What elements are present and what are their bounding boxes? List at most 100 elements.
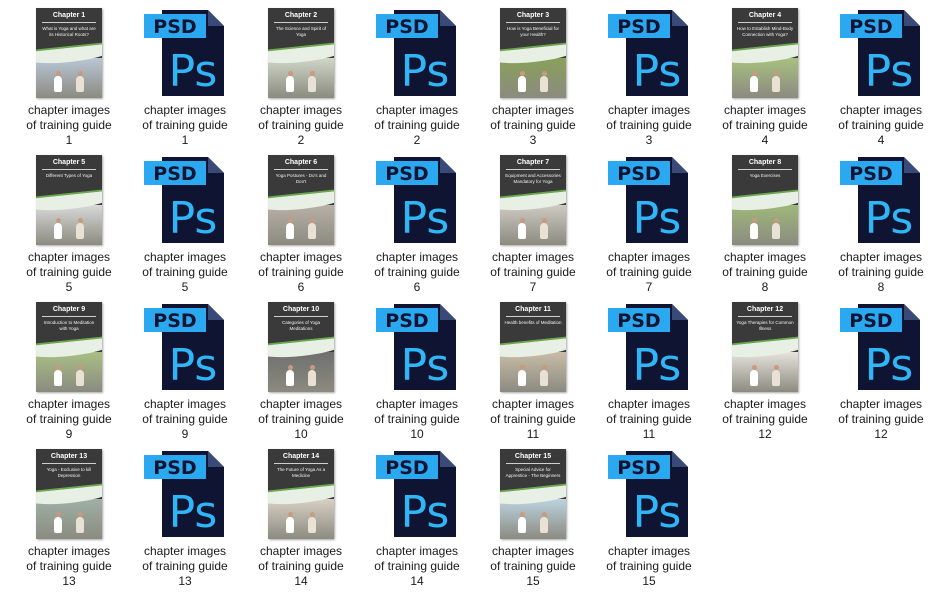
file-item-psd-1[interactable]: PSD Ps chapter images of training guide 1 bbox=[130, 8, 240, 148]
cover-figure-head bbox=[751, 71, 757, 76]
file-item-image-15[interactable]: Chapter 15 Special Advice for Apprentice … bbox=[478, 449, 588, 589]
psd-file-icon: PSD Ps bbox=[376, 157, 456, 244]
psd-badge-text: PSD bbox=[849, 163, 892, 185]
file-name-label: chapter images of training guide 12 bbox=[710, 397, 820, 442]
file-thumbnail: Chapter 14 The Future of Yoga As a Medici… bbox=[246, 449, 356, 541]
cover-photo bbox=[500, 499, 566, 539]
ps-logo-text: Ps bbox=[169, 487, 218, 538]
file-item-psd-11[interactable]: PSD Ps chapter images of training guide 11 bbox=[594, 302, 704, 442]
chapter-cover-thumbnail: Chapter 13 Yoga - Exclusive to kill Depre… bbox=[36, 449, 102, 539]
file-item-psd-2[interactable]: PSD Ps chapter images of training guide 2 bbox=[362, 8, 472, 148]
cover-figure bbox=[772, 370, 780, 386]
file-name-line-2: of training guide bbox=[374, 412, 460, 426]
file-item-psd-6[interactable]: PSD Ps chapter images of training guide 6 bbox=[362, 155, 472, 295]
chapter-cover-thumbnail: Chapter 2 The Science and Spirit of Yoga bbox=[268, 8, 334, 98]
file-item-psd-8[interactable]: PSD Ps chapter images of training guide 8 bbox=[826, 155, 936, 295]
file-item-psd-14[interactable]: PSD Ps chapter images of training guide 14 bbox=[362, 449, 472, 589]
file-name-line-1: chapter images bbox=[375, 103, 459, 117]
file-item-psd-15[interactable]: PSD Ps chapter images of training guide 15 bbox=[594, 449, 704, 589]
cover-divider bbox=[274, 169, 328, 170]
file-item-psd-12[interactable]: PSD Ps chapter images of training guide 12 bbox=[826, 302, 936, 442]
file-name-line-1: chapter images bbox=[839, 250, 923, 264]
cover-figure-head bbox=[541, 71, 547, 76]
file-thumbnail: PSD Ps bbox=[594, 8, 704, 100]
file-item-psd-3[interactable]: PSD Ps chapter images of training guide 3 bbox=[594, 8, 704, 148]
cover-chapter-number: Chapter 1 bbox=[52, 12, 86, 19]
cover-chapter-number: Chapter 4 bbox=[748, 12, 782, 19]
cover-figure bbox=[540, 223, 548, 239]
cover-figure bbox=[750, 370, 758, 386]
file-item-image-11[interactable]: Chapter 11 Health benefits of Meditation c… bbox=[478, 302, 588, 442]
file-thumbnail: Chapter 7 Equipment and Accessories Manda… bbox=[478, 155, 588, 247]
file-thumbnail: PSD Ps bbox=[362, 449, 472, 541]
psd-file-icon: PSD Ps bbox=[608, 451, 688, 538]
file-item-psd-4[interactable]: PSD Ps chapter images of training guide 4 bbox=[826, 8, 936, 148]
file-thumbnail: PSD Ps bbox=[130, 302, 240, 394]
file-item-psd-10[interactable]: PSD Ps chapter images of training guide 10 bbox=[362, 302, 472, 442]
file-item-image-2[interactable]: Chapter 2 The Science and Spirit of Yoga c… bbox=[246, 8, 356, 148]
file-thumbnail: PSD Ps bbox=[362, 8, 472, 100]
file-item-image-4[interactable]: Chapter 4 How to Establish Mind-Body Conn… bbox=[710, 8, 820, 148]
file-name-label: chapter images of training guide 11 bbox=[594, 397, 704, 442]
cover-figure bbox=[518, 370, 526, 386]
file-name-line-2: of training guide bbox=[606, 559, 692, 573]
chapter-cover-thumbnail: Chapter 15 Special Advice for Apprentice … bbox=[500, 449, 566, 539]
psd-badge-text: PSD bbox=[617, 457, 660, 479]
file-item-psd-5[interactable]: PSD Ps chapter images of training guide 5 bbox=[130, 155, 240, 295]
cover-photo bbox=[732, 58, 798, 98]
cover-figure-head bbox=[77, 365, 83, 370]
cover-figure-head bbox=[541, 365, 547, 370]
file-thumbnail: PSD Ps bbox=[826, 8, 936, 100]
file-name-line-1: chapter images bbox=[259, 397, 343, 411]
file-item-psd-7[interactable]: PSD Ps chapter images of training guide 7 bbox=[594, 155, 704, 295]
file-item-image-14[interactable]: Chapter 14 The Future of Yoga As a Medici… bbox=[246, 449, 356, 589]
file-item-image-7[interactable]: Chapter 7 Equipment and Accessories Manda… bbox=[478, 155, 588, 295]
cover-figure-head bbox=[77, 512, 83, 517]
file-name-number: 11 bbox=[526, 427, 540, 441]
chapter-cover-thumbnail: Chapter 14 The Future of Yoga As a Medici… bbox=[268, 449, 334, 539]
cover-figure-head bbox=[287, 218, 293, 223]
file-thumbnail: PSD Ps bbox=[826, 302, 936, 394]
file-item-image-10[interactable]: Chapter 10 Categories of Yoga Meditations… bbox=[246, 302, 356, 442]
psd-file-icon: PSD Ps bbox=[144, 304, 224, 391]
file-item-image-1[interactable]: Chapter 1 What is Yoga and what are its H… bbox=[14, 8, 124, 148]
cover-figure-head bbox=[773, 218, 779, 223]
cover-figure bbox=[772, 76, 780, 92]
psd-file-icon: PSD Ps bbox=[840, 304, 920, 391]
cover-photo bbox=[268, 352, 334, 392]
file-thumbnail: Chapter 1 What is Yoga and what are its H… bbox=[14, 8, 124, 100]
cover-photo bbox=[500, 352, 566, 392]
cover-chapter-number: Chapter 11 bbox=[515, 306, 551, 313]
cover-chapter-number: Chapter 8 bbox=[748, 159, 782, 166]
cover-chapter-number: Chapter 10 bbox=[282, 306, 320, 313]
file-name-number: 2 bbox=[297, 133, 305, 147]
file-item-image-8[interactable]: Chapter 8 Yoga Exercises chapter images of … bbox=[710, 155, 820, 295]
file-name-line-2: of training guide bbox=[606, 412, 692, 426]
file-item-psd-9[interactable]: PSD Ps chapter images of training guide 9 bbox=[130, 302, 240, 442]
cover-figure-head bbox=[519, 71, 525, 76]
file-name-label: chapter images of training guide 9 bbox=[130, 397, 240, 442]
file-item-image-13[interactable]: Chapter 13 Yoga - Exclusive to kill Depre… bbox=[14, 449, 124, 589]
ps-logo-text: Ps bbox=[865, 340, 914, 391]
file-thumbnail: Chapter 10 Categories of Yoga Meditations bbox=[246, 302, 356, 394]
cover-figure-head bbox=[287, 71, 293, 76]
file-thumbnail: PSD Ps bbox=[130, 155, 240, 247]
ps-logo-text: Ps bbox=[633, 340, 682, 391]
cover-title: Introduction to Meditation with Yoga bbox=[43, 320, 95, 331]
file-item-image-12[interactable]: Chapter 12 Yoga Therapies for Common Illn… bbox=[710, 302, 820, 442]
file-item-psd-13[interactable]: PSD Ps chapter images of training guide 13 bbox=[130, 449, 240, 589]
cover-title: Yoga Therapies for Common Illness bbox=[736, 320, 794, 331]
cover-divider bbox=[42, 169, 96, 170]
cover-divider bbox=[42, 463, 96, 464]
cover-figure-head bbox=[541, 218, 547, 223]
ps-logo-text: Ps bbox=[865, 46, 914, 97]
file-item-image-3[interactable]: Chapter 3 How is Yoga Beneficial for your… bbox=[478, 8, 588, 148]
file-item-image-5[interactable]: Chapter 5 Different Types of Yoga chapter … bbox=[14, 155, 124, 295]
chapter-cover-thumbnail: Chapter 11 Health benefits of Meditation bbox=[500, 302, 566, 392]
cover-title: The Future of Yoga As a Medicine bbox=[276, 467, 326, 478]
cover-divider bbox=[738, 169, 792, 170]
file-item-image-9[interactable]: Chapter 9 Introduction to Meditation with… bbox=[14, 302, 124, 442]
file-name-number: 15 bbox=[526, 574, 540, 588]
file-item-image-6[interactable]: Chapter 6 Yoga Postures - Do's and Don't c… bbox=[246, 155, 356, 295]
file-name-number: 4 bbox=[877, 133, 885, 147]
